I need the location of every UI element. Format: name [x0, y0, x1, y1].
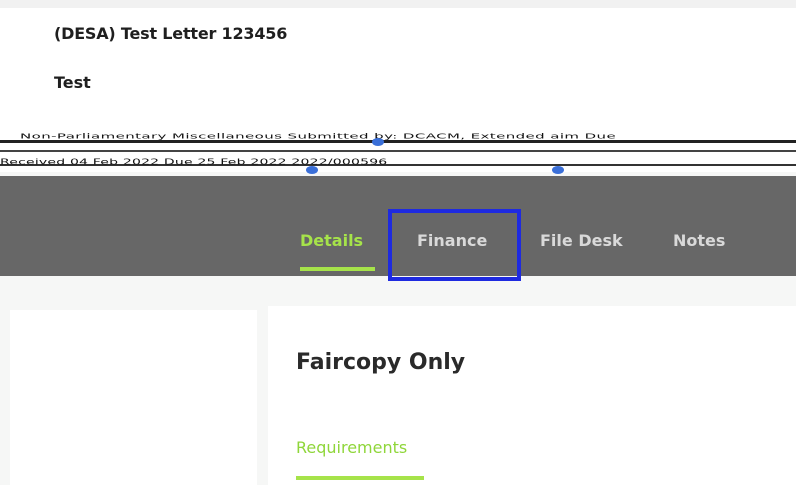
glitch-band — [0, 140, 796, 143]
metadata-line: Received 04 Feb 2022 Due 25 Feb 2022 202… — [0, 158, 388, 167]
glitch-band — [0, 150, 796, 152]
active-tab-indicator — [300, 267, 375, 271]
tab-requirements[interactable]: Requirements — [296, 438, 407, 457]
calendar-icon — [306, 166, 318, 174]
metadata-line: Non-Parliamentary Miscellaneous Submitte… — [20, 132, 617, 141]
requirements-card: Faircopy Only Requirements — [268, 306, 796, 485]
tab-finance[interactable]: Finance — [417, 231, 487, 250]
calendar-icon — [552, 166, 564, 174]
card-title: Faircopy Only — [296, 350, 466, 375]
record-subtitle: Test — [54, 73, 91, 92]
tab-file-desk[interactable]: File Desk — [540, 231, 623, 250]
header-top-border — [0, 0, 796, 8]
record-title: (DESA) Test Letter 123456 — [54, 24, 288, 43]
record-tab-bar: Details Finance File Desk Notes — [0, 176, 796, 276]
info-icon — [372, 138, 384, 146]
record-header: (DESA) Test Letter 123456 Test Non-Parli… — [0, 0, 796, 174]
requirements-tab-indicator — [296, 476, 424, 480]
record-metadata-strip: Non-Parliamentary Miscellaneous Submitte… — [0, 128, 796, 176]
tab-notes[interactable]: Notes — [673, 231, 725, 250]
tab-details[interactable]: Details — [300, 231, 363, 250]
left-panel — [10, 310, 257, 485]
